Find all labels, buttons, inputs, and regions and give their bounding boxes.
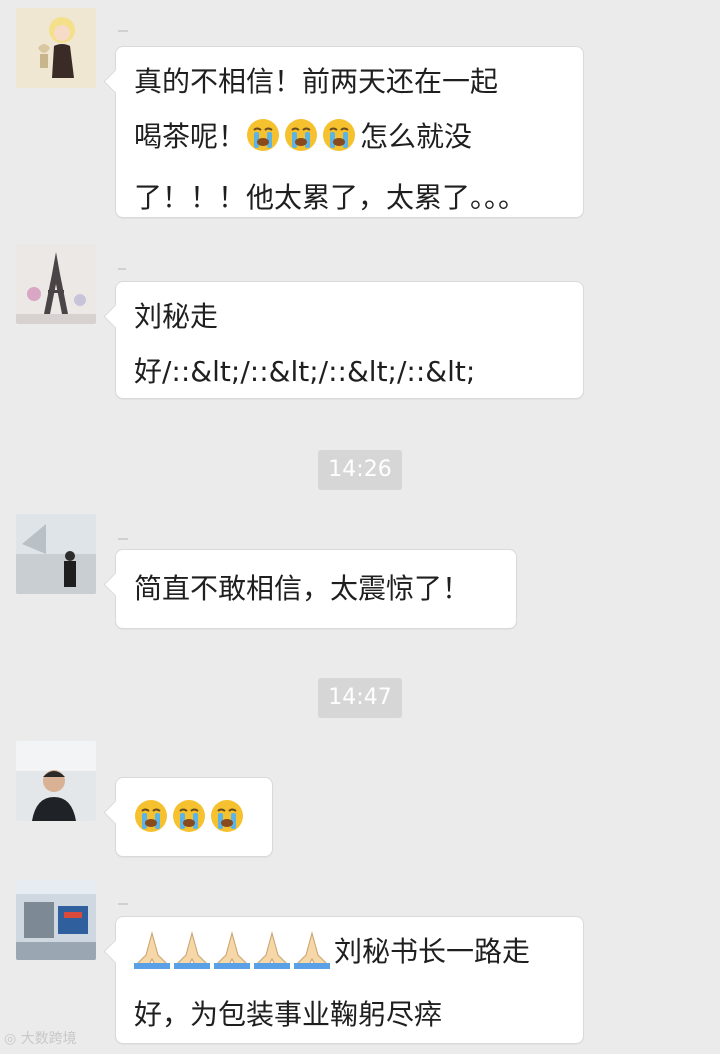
folded-hands-icon: [214, 929, 250, 987]
avatar[interactable]: [16, 244, 96, 324]
crying-face-icon: [172, 796, 206, 851]
avatar[interactable]: [16, 741, 96, 821]
crying-face-icon: [134, 796, 168, 851]
sender-name: [118, 268, 126, 270]
avatar[interactable]: [16, 514, 96, 594]
message-text-line: 喝茶呢！ 怎么就没: [134, 109, 565, 170]
folded-hands-icon: [134, 929, 170, 987]
folded-hands-icon: [254, 929, 290, 987]
message-text-line: 刘秘书长一路走: [134, 924, 565, 987]
avatar[interactable]: [16, 880, 96, 960]
watermark: ◎ 大数跨境: [4, 1028, 77, 1048]
sender-name: [118, 30, 128, 32]
message-text: 真的不相信！前两天还在一起: [134, 65, 499, 98]
message-bubble[interactable]: 刘秘书长一路走 好，为包装事业鞠躬尽瘁: [115, 916, 584, 1044]
sender-name: [118, 538, 128, 540]
message-text: 好，为包装事业鞠躬尽瘁: [134, 998, 443, 1031]
timestamp: 14:47: [318, 678, 402, 718]
crying-face-icon: [284, 115, 318, 170]
timestamp: 14:26: [318, 450, 402, 490]
avatar[interactable]: [16, 8, 96, 88]
message-text: 刘秘走: [134, 300, 219, 333]
man-portrait-avatar-icon: [16, 741, 96, 821]
crying-face-icon: [322, 115, 356, 170]
cartoon-girl-avatar-icon: [16, 8, 96, 88]
message-bubble[interactable]: 刘秘走 好/::&lt;/::&lt;/::&lt;/::&lt;: [115, 281, 584, 399]
eiffel-tower-avatar-icon: [16, 244, 96, 324]
watermark-text: 大数跨境: [20, 1031, 77, 1047]
message-text: 刘秘书长一路走: [334, 935, 531, 968]
message-bubble[interactable]: 简直不敢相信，太震惊了！: [115, 549, 517, 629]
folded-hands-icon: [294, 929, 330, 987]
message-bubble[interactable]: 真的不相信！前两天还在一起 喝茶呢！ 怎么就没 了！！！他太累了，太累了。。。: [115, 46, 584, 218]
message-text: 了！！！他太累了，太累了。。。: [134, 181, 527, 214]
chat-area[interactable]: 真的不相信！前两天还在一起 喝茶呢！ 怎么就没 了！！！他太累了，太累了。。。 刘…: [0, 0, 720, 1054]
watermark-logo-icon: ◎: [4, 1031, 17, 1047]
message-text: 喝茶呢！: [134, 120, 247, 153]
exhibition-hall-avatar-icon: [16, 880, 96, 960]
man-standing-avatar-icon: [16, 514, 96, 594]
sender-name: [118, 903, 128, 905]
folded-hands-icon: [174, 929, 210, 987]
message-text: 怎么就没: [360, 120, 473, 153]
crying-face-icon: [210, 796, 244, 851]
crying-face-icon: [246, 115, 280, 170]
message-text: 好/::&lt;/::&lt;/::&lt;/::&lt;: [134, 355, 476, 388]
message-bubble[interactable]: [115, 777, 273, 857]
message-text: 简直不敢相信，太震惊了！: [134, 572, 471, 605]
